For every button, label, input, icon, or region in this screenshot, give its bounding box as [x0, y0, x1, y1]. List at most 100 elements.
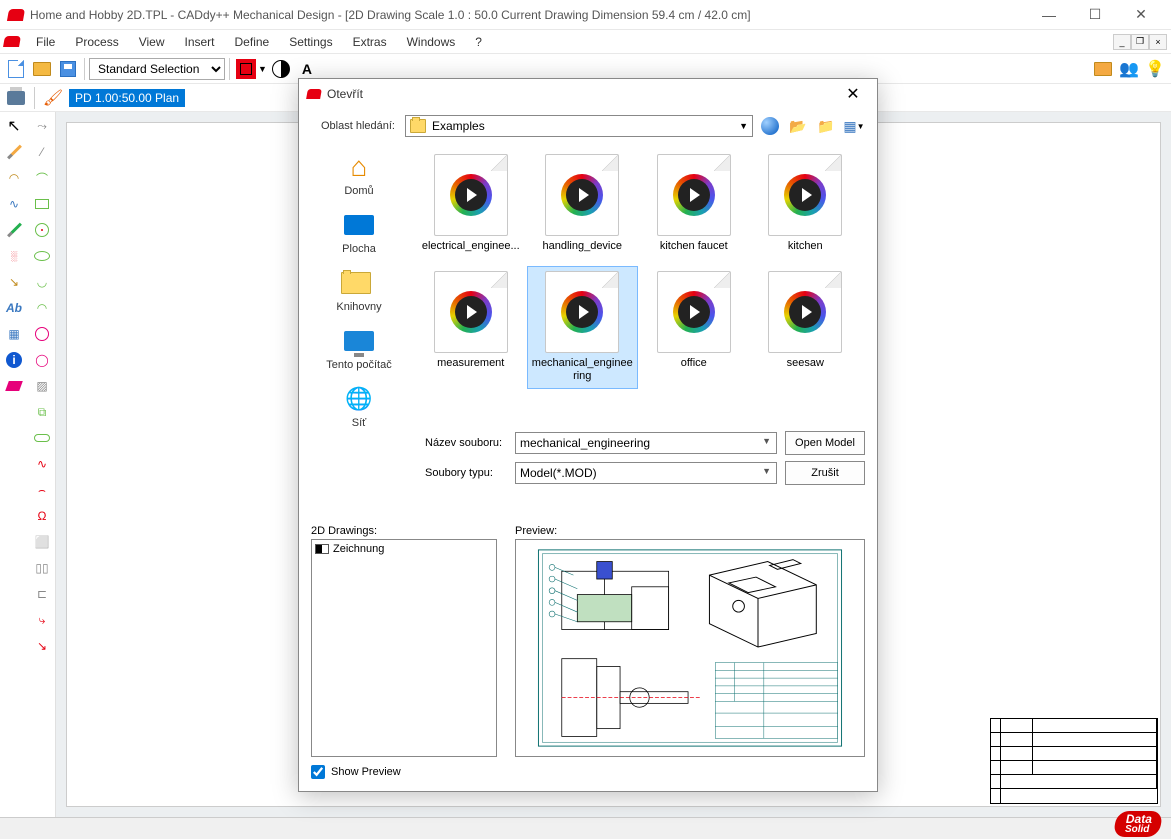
print-button[interactable] [4, 86, 28, 110]
menu-define[interactable]: Define [225, 32, 280, 52]
chevron-down-icon[interactable]: ▼ [762, 466, 771, 476]
circle-tool[interactable] [29, 217, 55, 243]
model-play-icon [784, 174, 826, 216]
arc-tool[interactable]: ◠ [1, 165, 27, 191]
mdi-minimize[interactable]: _ [1113, 34, 1131, 50]
menu-process[interactable]: Process [65, 32, 128, 52]
mdi-close[interactable]: × [1149, 34, 1167, 50]
selection-rect-button[interactable] [234, 57, 258, 81]
detail-tool[interactable]: ⊏ [29, 581, 55, 607]
place-computer[interactable]: Tento počítač [315, 323, 403, 373]
filename-input[interactable] [515, 432, 777, 454]
grid-tool[interactable]: ░ [1, 243, 27, 269]
polyline-tool[interactable]: ⤳ [29, 113, 55, 139]
file-label: electrical_enginee... [420, 240, 522, 253]
new-button[interactable] [4, 57, 28, 81]
drawings-list[interactable]: Zeichnung [311, 539, 497, 757]
place-libraries[interactable]: Knihovny [315, 265, 403, 315]
chevron-down-icon[interactable]: ▼ [762, 436, 771, 446]
file-item[interactable]: kitchen [750, 149, 862, 258]
menu-extras[interactable]: Extras [343, 32, 397, 52]
views-button[interactable]: ▦▼ [843, 115, 865, 137]
file-item[interactable]: kitchen faucet [638, 149, 750, 258]
arc3-tool[interactable]: ◠ [29, 295, 55, 321]
close-button[interactable]: ✕ [1119, 1, 1163, 29]
up-button[interactable]: 📂 [787, 115, 809, 137]
rect-tool[interactable] [29, 191, 55, 217]
new-folder-button[interactable]: 📁 [815, 115, 837, 137]
folder-select[interactable]: Examples ▼ [405, 115, 753, 137]
brush-icon: 🖌 [43, 88, 63, 108]
show-preview-input[interactable] [311, 765, 325, 779]
brush-button[interactable]: 🖌 [41, 86, 65, 110]
ellipse-tool[interactable] [29, 243, 55, 269]
drawing-item[interactable]: Zeichnung [314, 542, 494, 556]
menu-insert[interactable]: Insert [175, 32, 225, 52]
folder-button[interactable] [1091, 57, 1115, 81]
menu-help[interactable]: ? [465, 32, 492, 52]
draw2-tool[interactable] [1, 217, 27, 243]
people-icon: 👥 [1119, 59, 1139, 79]
open-button[interactable] [30, 57, 54, 81]
chevron-down-icon[interactable]: ▼ [258, 64, 267, 74]
line-tool[interactable] [1, 139, 27, 165]
layer-tool[interactable]: ▦ [1, 321, 27, 347]
box3d-tool[interactable]: ⬜ [29, 529, 55, 555]
select-tool[interactable]: ↖ [1, 113, 27, 139]
file-item[interactable]: seesaw [750, 266, 862, 388]
axis-tool[interactable]: ↘ [1, 269, 27, 295]
show-preview-checkbox[interactable]: Show Preview [311, 765, 865, 779]
info-tool[interactable]: i [1, 347, 27, 373]
minimize-button[interactable]: — [1027, 1, 1071, 29]
arc2-tool[interactable]: ◡ [29, 269, 55, 295]
people-button[interactable]: 👥 [1117, 57, 1141, 81]
arrow-tool[interactable]: ⤷ [29, 607, 55, 633]
maximize-button[interactable]: ☐ [1073, 1, 1117, 29]
save-button[interactable] [56, 57, 80, 81]
menu-settings[interactable]: Settings [279, 32, 342, 52]
app-menu-icon[interactable] [3, 36, 21, 47]
a-button[interactable]: A [295, 57, 319, 81]
place-home[interactable]: ⌂ Domů [315, 149, 403, 199]
cancel-button[interactable]: Zrušit [785, 461, 865, 485]
book-tool[interactable]: ▯▯ [29, 555, 55, 581]
selection-mode-select[interactable]: Standard Selection [89, 58, 225, 80]
file-thumbnail [545, 271, 619, 353]
text-tool[interactable]: Ab [1, 295, 27, 321]
line2-tool[interactable]: ⁄ [29, 139, 55, 165]
hatch2-tool[interactable]: ⧉ [29, 399, 55, 425]
file-item[interactable]: office [638, 266, 750, 388]
slot-tool[interactable] [29, 425, 55, 451]
hatch-tool[interactable]: ▨ [29, 373, 55, 399]
spline-tool[interactable]: ∿ [1, 191, 27, 217]
eraser-tool[interactable] [1, 373, 27, 399]
dialog-title-bar[interactable]: Otevřít ✕ [299, 79, 877, 109]
dialog-close-button[interactable]: ✕ [837, 81, 869, 107]
menu-file[interactable]: File [26, 32, 65, 52]
place-desktop[interactable]: Plocha [315, 207, 403, 257]
ring2-tool[interactable]: ◯ [29, 347, 55, 373]
mdi-restore[interactable]: ❐ [1131, 34, 1149, 50]
yin-yang-button[interactable] [269, 57, 293, 81]
loop-tool[interactable]: Ω [29, 503, 55, 529]
file-item[interactable]: measurement [415, 266, 527, 388]
curve2-tool[interactable]: ⌢ [29, 477, 55, 503]
file-list[interactable]: electrical_enginee... handling_device ki… [411, 145, 865, 425]
filetype-select[interactable] [515, 462, 777, 484]
model-play-icon [561, 291, 603, 333]
menu-view[interactable]: View [129, 32, 175, 52]
arc-icon: ◠ [9, 171, 19, 185]
place-network[interactable]: 🌐 Síť [315, 381, 403, 431]
back-button[interactable] [759, 115, 781, 137]
ring-tool[interactable] [29, 321, 55, 347]
curve-tool[interactable]: ⌒ [29, 165, 55, 191]
plan-selector[interactable]: PD 1.00:50.00 Plan [69, 89, 185, 107]
arrow2-tool[interactable]: ↘ [29, 633, 55, 659]
open-model-button[interactable]: Open Model [785, 431, 865, 455]
menu-windows[interactable]: Windows [397, 32, 466, 52]
wave-tool[interactable]: ∿ [29, 451, 55, 477]
file-item[interactable]: handling_device [527, 149, 639, 258]
file-item[interactable]: electrical_enginee... [415, 149, 527, 258]
idea-button[interactable]: 💡 [1143, 57, 1167, 81]
file-item[interactable]: mechanical_engineering [527, 266, 639, 388]
